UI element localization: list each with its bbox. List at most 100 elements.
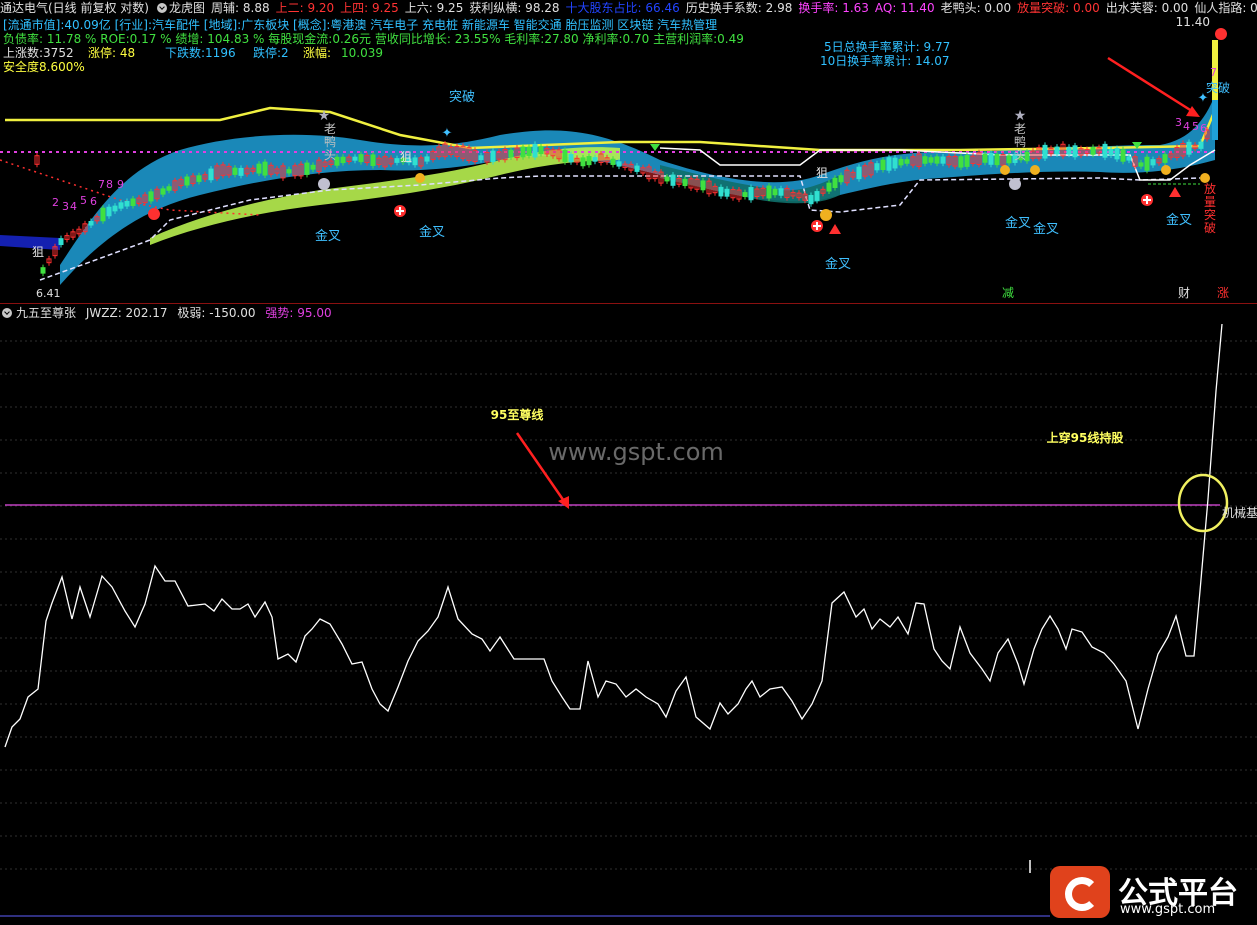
candle-body	[880, 159, 886, 171]
breakout-bar-lower	[1212, 100, 1218, 140]
end-label: 机械基	[1222, 505, 1257, 520]
candle-body	[898, 158, 904, 166]
indicator-title[interactable]: 九五至尊张	[16, 306, 76, 320]
triangle-down-icon	[650, 144, 660, 151]
candle-body	[928, 157, 934, 163]
qiangshi-value: 强势: 95.00	[265, 306, 332, 320]
candle-body	[724, 188, 730, 197]
candle-body	[1054, 146, 1060, 155]
breakout-text: 突破	[449, 89, 475, 105]
candle-body	[106, 206, 112, 217]
candle-body	[1006, 155, 1012, 164]
sequence-digit: 4	[1183, 120, 1190, 133]
vertical-char: 放	[1204, 181, 1216, 196]
indicator-chart[interactable]: 95至尊线 上穿95线持股 机械基 www.gspt.com	[0, 320, 1257, 920]
candle-body	[304, 162, 310, 175]
candle-body	[682, 178, 688, 187]
sequence-digit: 6	[1200, 122, 1207, 135]
candle-body	[634, 165, 640, 172]
candle-body	[1144, 156, 1150, 171]
candle-body	[130, 198, 136, 207]
jwzz-line	[4, 323, 1223, 748]
candle-body	[766, 185, 772, 199]
candle-body	[208, 168, 214, 181]
face-icon	[1009, 178, 1021, 190]
candle-body	[490, 150, 496, 163]
golden-cross-label: 金叉	[1166, 212, 1192, 228]
indicator-gridlines	[0, 340, 1257, 870]
candle-body	[1090, 146, 1096, 155]
candle-body	[808, 194, 814, 205]
can-badge-icon	[1215, 28, 1227, 40]
candle-body	[610, 158, 616, 165]
candle-body	[988, 152, 994, 165]
candle-body	[340, 156, 346, 164]
vertical-char: 破	[1204, 220, 1216, 235]
golden-cross-label: 金叉	[1005, 215, 1031, 231]
candle-body	[982, 153, 988, 163]
candle-body	[718, 186, 724, 197]
watermark-text: www.gspt.com	[548, 438, 724, 466]
candle-body	[58, 238, 64, 246]
red-arrow-shaft	[1107, 56, 1196, 115]
dropdown-circle-icon[interactable]	[2, 308, 12, 318]
candle-body	[958, 156, 964, 168]
blue-band-left	[0, 235, 60, 250]
butterfly-icon: ✦	[442, 126, 453, 141]
golden-cross-label: 金叉	[315, 228, 341, 244]
candle-body	[538, 146, 544, 155]
candle-body	[40, 267, 46, 274]
candle-body	[832, 177, 838, 188]
vertical-char: 老	[1014, 122, 1026, 136]
gold-coin-icon	[1000, 165, 1010, 175]
candle-body	[100, 207, 106, 222]
candle-body	[778, 188, 784, 196]
cai-label: 财	[1178, 286, 1190, 300]
vertical-char: 老	[324, 122, 336, 136]
price-chart[interactable]: ★ ★ ✦ ✦ 突破 突破 金叉 金叉 金叉 金叉 金叉 金叉 狙 狙 狙 减 …	[0, 0, 1257, 303]
vertical-char: 头	[1014, 148, 1026, 162]
highlight-circle	[1177, 473, 1229, 533]
candle-body	[1108, 149, 1114, 156]
brand-logo: 公式平台 www.gspt.com	[1050, 866, 1250, 918]
candle-body	[166, 186, 172, 191]
candle-body	[874, 163, 880, 171]
candle-body	[148, 191, 154, 202]
vertical-char: 量	[1204, 195, 1216, 209]
candle-body	[1066, 146, 1072, 155]
candle-body	[1126, 156, 1132, 161]
candle-body	[562, 149, 568, 163]
cloud-band-cyan	[60, 95, 1215, 285]
candle-body	[994, 153, 1000, 166]
candle-body	[592, 157, 598, 162]
laoyatou-label: 老鸭头	[1014, 122, 1026, 162]
golden-cross-label: 金叉	[419, 224, 445, 240]
candle-body	[532, 143, 538, 158]
sequence-digit: 7	[98, 178, 105, 191]
sequence-digit: 2	[52, 196, 59, 209]
brand-url: www.gspt.com	[1120, 902, 1216, 917]
candle-body	[232, 167, 238, 175]
vertical-char: 鸭	[1014, 135, 1026, 149]
candle-body	[286, 169, 292, 174]
candle-body	[358, 154, 364, 163]
triangle-up-icon	[1169, 187, 1181, 197]
sequence-digit: 3	[1175, 116, 1182, 129]
candle-body	[160, 188, 166, 195]
ju-label: 狙	[400, 150, 412, 164]
volume-breakout-label: 放量突破	[1204, 181, 1216, 235]
breakout-text-right: 突破	[1206, 80, 1230, 95]
candle-body	[1102, 143, 1108, 158]
candle-body	[700, 180, 706, 191]
price-low-label: 6.41	[36, 287, 61, 300]
candle-body	[664, 176, 670, 182]
candle-body	[616, 161, 622, 167]
triangle-up-icon	[829, 224, 841, 234]
gold-coin-icon	[1161, 165, 1171, 175]
hold-annotation: 上穿95线持股	[1047, 430, 1125, 445]
gold-coin-icon	[820, 209, 832, 221]
candle-body	[586, 156, 592, 166]
jian-label: 减	[1002, 286, 1014, 300]
panel-divider[interactable]	[0, 303, 1257, 304]
candle-body	[352, 156, 358, 161]
